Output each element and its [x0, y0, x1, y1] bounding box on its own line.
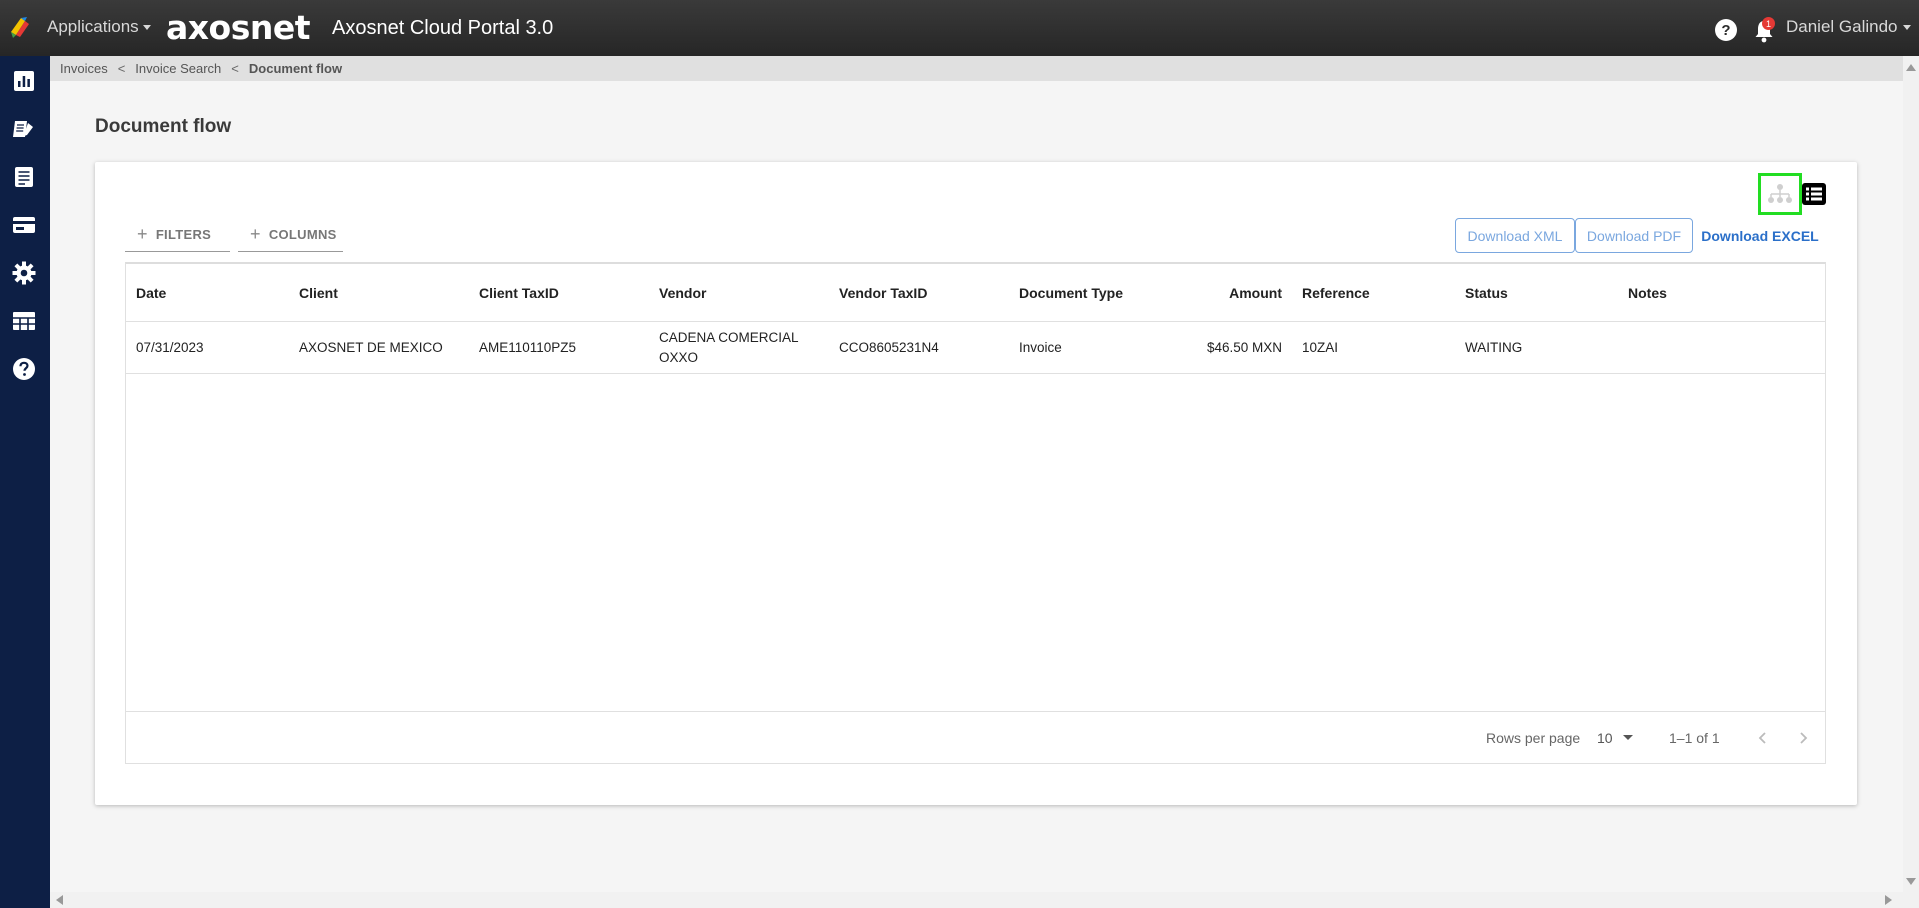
vertical-scrollbar[interactable]	[1903, 56, 1919, 892]
plus-icon: +	[250, 224, 261, 244]
column-header-reference[interactable]: Reference	[1292, 264, 1455, 321]
sidebar-item-payments[interactable]	[11, 212, 37, 238]
breadcrumb-item-invoice-search[interactable]: Invoice Search	[135, 61, 221, 76]
rows-per-page-label: Rows per page	[1486, 729, 1581, 746]
dashboard-chart-icon	[14, 71, 34, 91]
brand-logo[interactable]: axosnet	[166, 8, 311, 47]
column-header-client-taxid[interactable]: Client TaxID	[469, 264, 649, 321]
cell-client-taxid: AME110110PZ5	[479, 339, 577, 355]
column-header-vendor[interactable]: Vendor	[649, 264, 829, 321]
scroll-up-arrow-icon[interactable]	[1906, 64, 1916, 71]
notification-badge: 1	[1762, 17, 1775, 30]
document-list-icon	[15, 167, 33, 187]
cell-client: AXOSNET DE MEXICO	[299, 339, 443, 355]
help-circle-icon	[13, 358, 35, 380]
applications-label: Applications	[47, 17, 139, 36]
view-tree-button[interactable]	[1758, 173, 1802, 215]
sidebar-item-settings[interactable]	[11, 260, 37, 286]
edit-document-icon	[13, 121, 33, 137]
cell-date: 07/31/2023	[136, 339, 204, 355]
cell-document-type: Invoice	[1019, 339, 1062, 355]
column-header-amount[interactable]: Amount	[1159, 264, 1292, 321]
cell-notes	[1618, 322, 1778, 373]
column-header-document-type[interactable]: Document Type	[1009, 264, 1159, 321]
columns-button[interactable]: + COLUMNS	[238, 218, 343, 252]
breadcrumb-current: Document flow	[248, 61, 343, 76]
cell-amount: $46.50 MXN	[1206, 339, 1282, 355]
filters-button[interactable]: + FILTERS	[125, 218, 230, 252]
page-title: Document flow	[95, 116, 232, 137]
cell-vendor-taxid: CCO8605231N4	[839, 339, 939, 355]
user-menu[interactable]: Daniel Galindo	[1786, 17, 1911, 37]
column-header-status[interactable]: Status	[1455, 264, 1618, 321]
download-excel-button[interactable]: Download EXCEL	[1699, 218, 1821, 253]
column-header-client[interactable]: Client	[289, 264, 469, 321]
pagination-range: 1–1 of 1	[1669, 729, 1720, 746]
scroll-right-arrow-icon[interactable]	[1885, 895, 1892, 905]
download-pdf-button[interactable]: Download PDF	[1575, 218, 1693, 253]
cell-reference: 10ZAI	[1302, 339, 1339, 355]
document-grid: Date Client Client TaxID Vendor Vendor T…	[125, 262, 1826, 764]
chevron-down-icon	[1902, 24, 1911, 30]
breadcrumb: Invoices < Invoice Search < Document flo…	[50, 56, 1903, 81]
columns-label: COLUMNS	[268, 227, 337, 242]
credit-card-icon	[13, 217, 35, 233]
horizontal-scrollbar[interactable]	[50, 892, 1919, 908]
cell-vendor: CADENA COMERCIAL OXXO	[659, 329, 799, 365]
grid-header-row: Date Client Client TaxID Vendor Vendor T…	[126, 264, 1825, 322]
breadcrumb-separator: <	[117, 61, 126, 76]
plus-icon: +	[137, 224, 148, 244]
table-row[interactable]: 07/31/2023 AXOSNET DE MEXICO AME110110PZ…	[126, 322, 1825, 374]
scroll-down-arrow-icon[interactable]	[1906, 878, 1916, 885]
download-xml-button[interactable]: Download XML	[1455, 218, 1575, 253]
hierarchy-icon	[1768, 184, 1792, 203]
applications-menu[interactable]: Applications	[47, 17, 151, 37]
list-icon	[1806, 187, 1822, 201]
sidebar-item-tables[interactable]	[11, 308, 37, 334]
gear-icon	[12, 261, 36, 285]
portal-title: Axosnet Cloud Portal 3.0	[332, 17, 554, 39]
cell-status: WAITING	[1465, 339, 1523, 355]
help-icon: ?	[1721, 21, 1731, 39]
chevron-down-icon	[1622, 735, 1633, 740]
chevron-left-icon	[1758, 732, 1766, 744]
column-header-notes[interactable]: Notes	[1618, 264, 1778, 321]
top-bar: Applications axosnet Axosnet Cloud Porta…	[0, 0, 1919, 56]
help-button[interactable]: ?	[1715, 19, 1737, 41]
breadcrumb-separator: <	[231, 61, 239, 76]
previous-page-button[interactable]	[1751, 726, 1775, 750]
sidebar-item-help[interactable]	[11, 356, 37, 382]
view-list-button[interactable]	[1802, 183, 1826, 205]
rows-per-page-value: 10	[1597, 729, 1613, 746]
sidebar	[0, 56, 50, 908]
app-logo-icon[interactable]	[8, 14, 34, 40]
grid-pagination: Rows per page 10 1–1 of 1	[126, 711, 1825, 763]
column-header-vendor-taxid[interactable]: Vendor TaxID	[829, 264, 1009, 321]
chevron-down-icon	[142, 24, 151, 30]
column-header-date[interactable]: Date	[126, 264, 289, 321]
chevron-right-icon	[1800, 732, 1808, 744]
sidebar-item-dashboard[interactable]	[11, 68, 37, 94]
rows-per-page-select[interactable]: 10	[1597, 712, 1633, 763]
filters-label: FILTERS	[155, 227, 212, 242]
next-page-button[interactable]	[1791, 726, 1815, 750]
table-icon	[13, 312, 35, 330]
user-name: Daniel Galindo	[1786, 17, 1898, 36]
scroll-left-arrow-icon[interactable]	[56, 895, 63, 905]
sidebar-item-edit[interactable]	[11, 116, 37, 142]
breadcrumb-item-invoices[interactable]: Invoices	[60, 61, 108, 76]
sidebar-item-documents[interactable]	[11, 164, 37, 190]
